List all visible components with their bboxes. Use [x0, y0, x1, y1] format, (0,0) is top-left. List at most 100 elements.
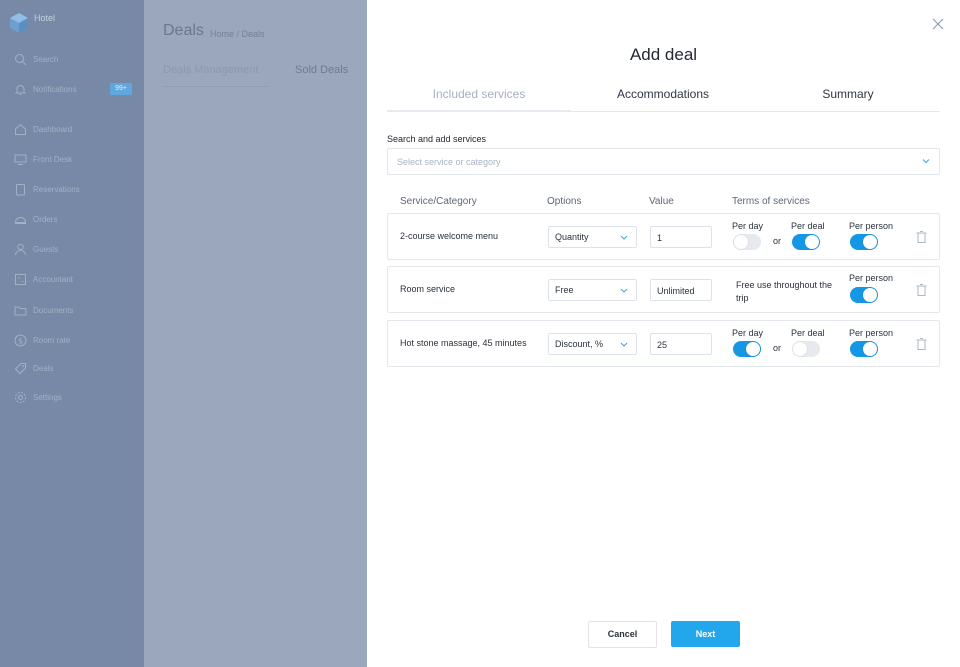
sidebar-item-reservations[interactable]: Reservations — [14, 181, 136, 197]
sidebar-item-label: Deals — [33, 363, 54, 373]
toggle-knob — [793, 342, 807, 356]
tab-included-services[interactable]: Included services — [387, 87, 571, 101]
per-person-label: Per person — [849, 328, 894, 338]
sidebar-item-room-rate[interactable]: $ Room rate — [14, 332, 136, 348]
per-day-toggle[interactable] — [733, 341, 761, 357]
chevron-down-icon — [620, 342, 628, 347]
trash-icon[interactable] — [916, 338, 927, 350]
per-person-toggle[interactable] — [850, 341, 878, 357]
value-input[interactable]: Unlimited — [650, 279, 712, 301]
sidebar-item-label: Documents — [33, 305, 74, 315]
service-row: 2-course welcome menu Quantity 1 Per day… — [387, 213, 940, 260]
option-select[interactable]: Quantity — [548, 226, 637, 248]
tab-deals-management[interactable]: Deals Management — [163, 64, 258, 76]
sidebar-item-label: Dashboard — [33, 124, 73, 134]
bell-icon — [14, 84, 27, 95]
tab-underline — [163, 86, 267, 87]
monitor-icon — [14, 154, 27, 165]
or-label: or — [773, 343, 782, 353]
sidebar-item-guests[interactable]: Guests — [14, 241, 136, 257]
sidebar-item-label: Accountant — [33, 274, 74, 284]
sidebar-item-notifications[interactable]: Notifications 99+ — [14, 81, 136, 97]
clipboard-icon — [16, 183, 25, 195]
per-deal-toggle[interactable] — [792, 341, 820, 357]
value-input[interactable]: 1 — [650, 226, 712, 248]
option-value: Free — [555, 285, 574, 295]
per-deal-label: Per deal — [791, 328, 825, 338]
trash-icon[interactable] — [916, 284, 927, 296]
tab-summary[interactable]: Summary — [756, 87, 940, 101]
dollar-icon: $ — [14, 334, 27, 346]
service-name: Hot stone massage, 45 minutes — [400, 338, 527, 348]
sidebar-item-accountant[interactable]: Accountant — [14, 271, 136, 287]
search-placeholder: Select service or category — [397, 157, 501, 167]
toggle-knob — [863, 288, 877, 302]
service-row: Room service Free Unlimited Free use thr… — [387, 266, 940, 313]
service-name: 2-course welcome menu — [400, 231, 499, 241]
sidebar-item-label: Orders — [33, 214, 58, 224]
hotel-logo-icon — [10, 13, 28, 33]
option-select[interactable]: Free — [548, 279, 637, 301]
service-search-select[interactable]: Select service or category — [387, 148, 940, 175]
sidebar-item-search[interactable]: Search — [14, 51, 136, 67]
gear-icon — [15, 391, 26, 403]
option-select[interactable]: Discount, % — [548, 333, 637, 355]
chevron-down-icon — [922, 159, 930, 164]
next-button[interactable]: Next — [671, 621, 740, 647]
sidebar-item-label: Settings — [33, 392, 62, 402]
sidebar-item-settings[interactable]: Settings — [14, 389, 136, 405]
close-icon[interactable] — [931, 17, 945, 31]
breadcrumb: Home / Deals — [210, 29, 265, 39]
per-person-label: Per person — [849, 221, 894, 231]
sidebar-item-label: Room rate — [33, 335, 71, 345]
modal-tabs: Included services Accommodations Summary — [387, 84, 940, 112]
per-deal-label: Per deal — [791, 221, 825, 231]
value-text: Unlimited — [657, 286, 695, 296]
cloche-icon — [14, 216, 27, 224]
service-row: Hot stone massage, 45 minutes Discount, … — [387, 320, 940, 367]
toggle-knob — [734, 235, 748, 249]
sidebar-item-label: Search — [33, 54, 59, 64]
per-day-label: Per day — [732, 221, 764, 231]
per-deal-toggle[interactable] — [792, 234, 820, 250]
service-name: Room service — [400, 284, 456, 294]
toggle-knob — [863, 342, 877, 356]
sidebar-item-deals[interactable]: Deals — [14, 360, 136, 376]
cancel-button[interactable]: Cancel — [588, 621, 657, 648]
per-day-toggle[interactable] — [733, 234, 761, 250]
search-icon — [15, 53, 27, 65]
sidebar-item-label: Guests — [33, 244, 59, 254]
modal-title: Add deal — [629, 45, 698, 64]
add-deal-panel: Add deal Included services Accommodation… — [367, 0, 960, 667]
sidebar-item-label: Reservations — [33, 184, 80, 194]
sidebar-item-documents[interactable]: Documents — [14, 302, 136, 318]
or-label: or — [773, 236, 782, 246]
notification-badge: 99+ — [110, 83, 132, 95]
home-icon — [15, 123, 26, 135]
value-input[interactable]: 25 — [650, 333, 712, 355]
user-icon — [15, 243, 26, 255]
per-person-label: Per person — [849, 273, 894, 283]
sidebar-item-label: Front Desk — [33, 154, 73, 164]
column-header-service: Service/Category — [400, 196, 477, 207]
tag-icon — [14, 362, 26, 374]
toggle-knob — [805, 235, 819, 249]
sidebar-item-dashboard[interactable]: Dashboard — [14, 121, 136, 137]
per-person-toggle[interactable] — [850, 287, 878, 303]
trash-icon[interactable] — [916, 231, 927, 243]
brand[interactable]: Hotel — [9, 12, 55, 34]
toggle-knob — [863, 235, 877, 249]
sidebar-item-label: Notifications — [33, 84, 77, 94]
option-value: Quantity — [555, 232, 589, 242]
tab-sold-deals[interactable]: Sold Deals — [295, 64, 348, 76]
sidebar-item-front-desk[interactable]: Front Desk — [14, 151, 136, 167]
tab-accommodations[interactable]: Accommodations — [571, 87, 755, 101]
column-header-terms: Terms of services — [732, 196, 810, 207]
value-text: 1 — [657, 233, 663, 243]
sidebar-item-orders[interactable]: Orders — [14, 211, 136, 227]
column-header-value: Value — [649, 196, 674, 207]
per-day-label: Per day — [732, 328, 764, 338]
chevron-down-icon — [620, 235, 628, 240]
per-person-toggle[interactable] — [850, 234, 878, 250]
value-text: 25 — [657, 340, 668, 350]
